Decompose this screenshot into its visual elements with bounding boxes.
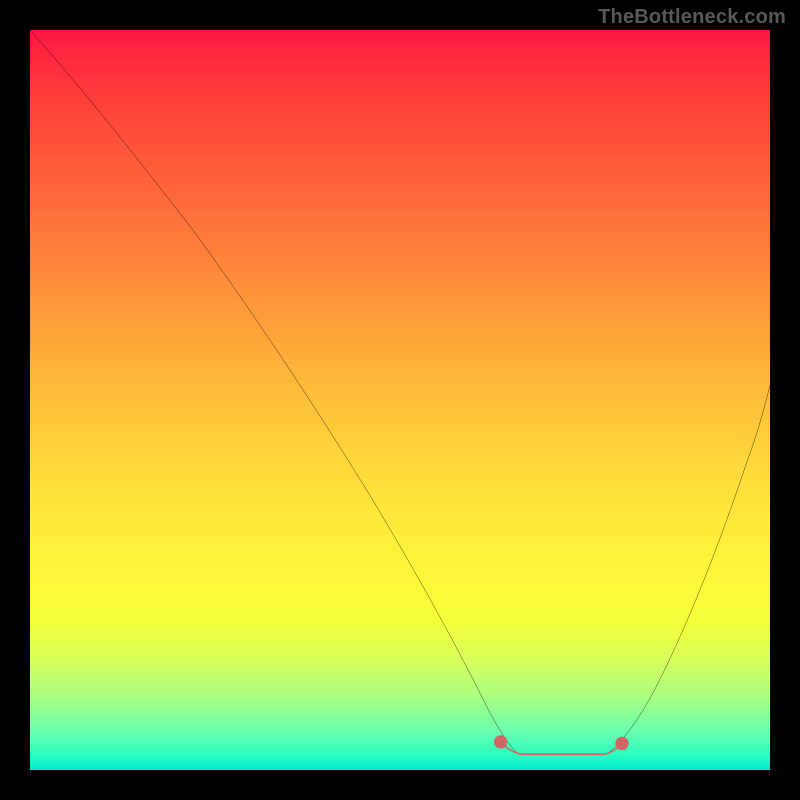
curve-svg	[30, 30, 770, 770]
watermark-text: TheBottleneck.com	[598, 6, 786, 29]
bottleneck-curve	[30, 30, 770, 754]
flat-cap-left-icon	[494, 735, 507, 748]
plot-area	[30, 30, 770, 770]
flat-cap-right-icon	[615, 737, 628, 750]
chart-frame: TheBottleneck.com	[0, 0, 800, 800]
optimal-flat-segment	[500, 742, 622, 755]
